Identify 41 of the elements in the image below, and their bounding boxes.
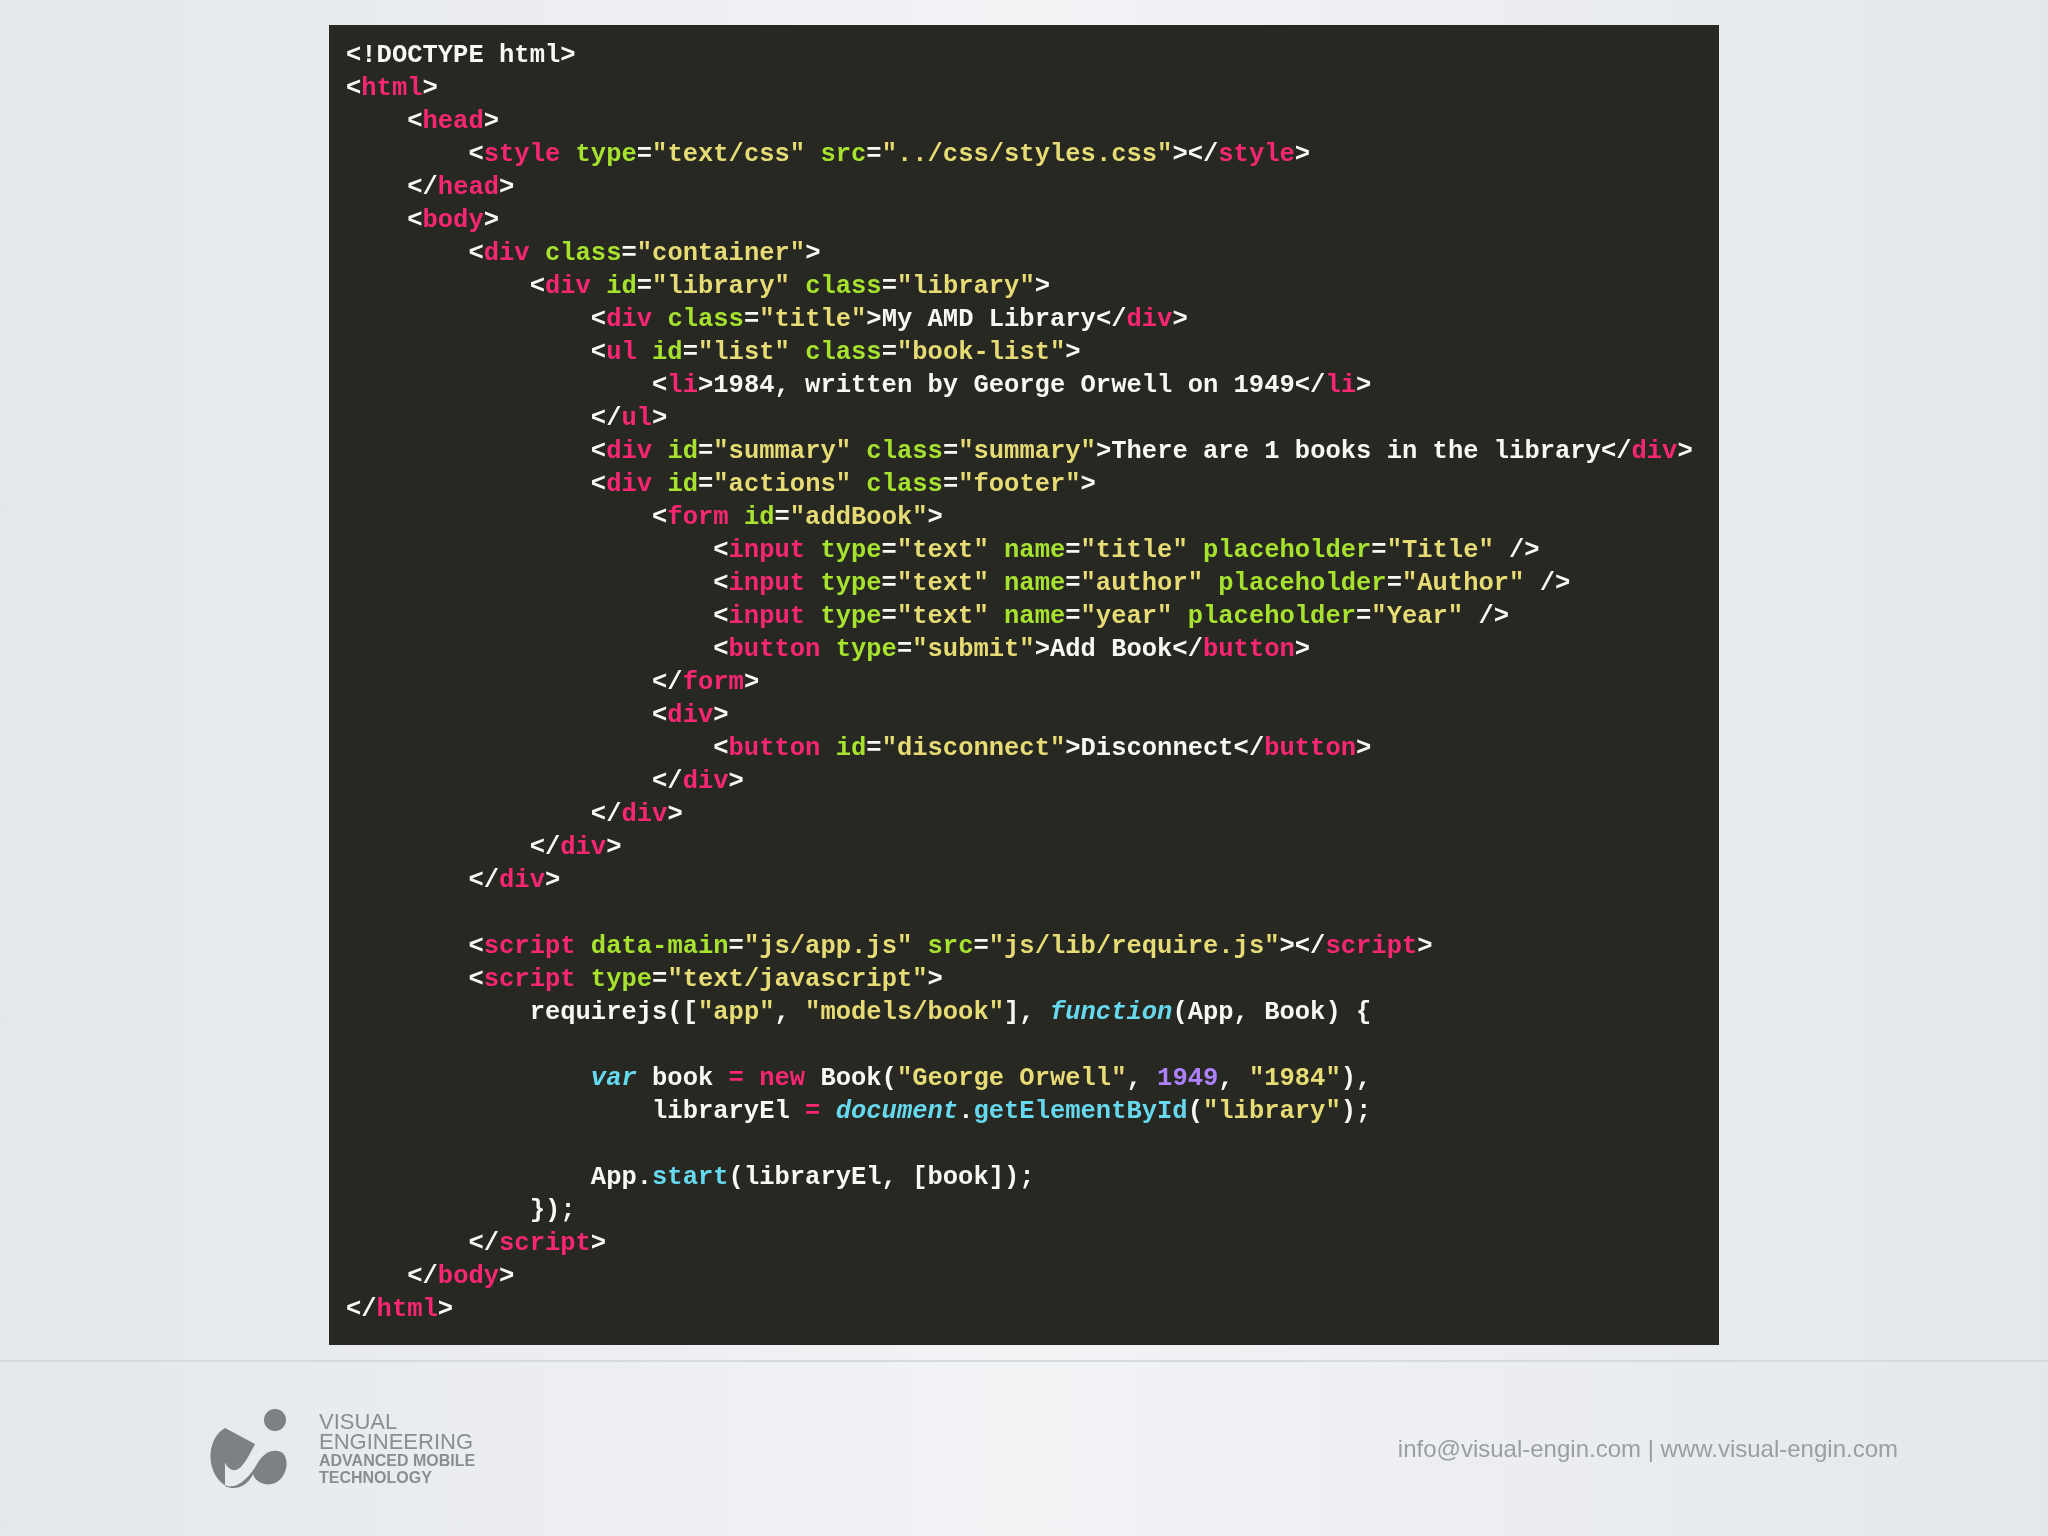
code-line: <div class="container"> [467,238,822,270]
code-line: </ul> [589,403,669,435]
code-line: <input type="text" name="year" placeholder="Year" /> [712,601,1511,633]
code-line: <div class="title">My AMD Library</div> [589,304,1189,336]
code-line: <li>1984, written by George Orwell on 1949</li> [651,370,1373,402]
code-line: <body> [406,205,501,237]
code-line: App.start(libraryEl, [book]); [589,1162,1036,1194]
contact-info: info@visual-engin.com | www.visual-engin.com [1397,1435,1898,1463]
code-line: <script data-main="js/app.js" src="js/lib/require.js"></script> [467,931,1434,963]
code-line: libraryEl = document.getElementById("library"); [651,1096,1373,1128]
code-line: var book = new Book("George Orwell", 1949, "1984"), [589,1063,1373,1095]
code-line: <ul id="list" class="book-list"> [589,337,1082,369]
code-line: <div> [651,700,730,732]
code-line: </body> [406,1261,516,1293]
code-line: <div id="summary" class="summary">There are 1 books in the library</div> [589,436,1694,468]
logo-text: ENGINEERING [319,1432,475,1452]
logo-text: VISUAL [319,1412,399,1432]
code-line: <div id="library" class="library"> [528,271,1051,303]
code-line: <button type="submit">Add Book</button> [712,634,1312,666]
code-line: <head> [406,106,501,138]
code-line: </div> [651,766,745,798]
code-line: </div> [528,832,623,864]
code-line: <script type="text/javascript"> [467,964,944,996]
code-line: <form id="addBook"> [651,502,944,534]
code-line: </div> [589,799,684,831]
code-line: <input type="text" name="title" placeholder="Title" /> [712,535,1541,567]
logo-text: ADVANCED MOBILE [319,1452,476,1469]
code-line: <div id="actions" class="footer"> [589,469,1097,501]
code-line: </html> [346,1294,455,1326]
code-line: </script> [467,1228,608,1260]
code-line: <input type="text" name="author" placeholder="Author" /> [712,568,1572,600]
code-line: </div> [467,865,562,897]
code-line: </form> [651,667,761,699]
code-line: }); [528,1195,577,1227]
logo-text: TECHNOLOGY [319,1469,433,1486]
code-line: <html> [346,73,439,105]
code-line: <!DOCTYPE html> [346,40,577,72]
code-line: <button id="disconnect">Disconnect</button> [712,733,1373,765]
code-line: </head> [406,172,516,204]
code-line: requirejs(["app", "models/book"], function(App, Book) { [528,997,1373,1029]
code-line: <style type="text/css" src="../css/styles.css"></style> [467,139,1312,171]
